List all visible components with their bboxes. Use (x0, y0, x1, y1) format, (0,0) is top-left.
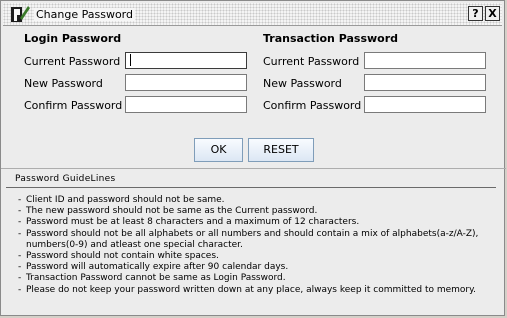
login-new-password-label: New Password (24, 77, 103, 90)
guideline-item: Password should not be all alphabets or … (18, 229, 500, 240)
guideline-item-continuation: numbers(0-9) and atleast one special cha… (26, 239, 243, 250)
guideline-item: Please do not keep your password written… (18, 285, 500, 296)
section-divider (1, 168, 506, 169)
transaction-current-password-field[interactable] (364, 52, 486, 69)
pencil-p-icon (11, 6, 30, 22)
transaction-new-password-field[interactable] (364, 74, 486, 91)
title-bar[interactable]: Change Password ? X (3, 3, 502, 26)
guideline-item: Transaction Password cannot be same as L… (18, 273, 500, 284)
guidelines-title: Password GuideLines (15, 174, 116, 184)
change-password-window: Change Password ? X Login Password Curre… (0, 0, 506, 316)
guideline-item: Client ID and password should not be sam… (18, 195, 500, 206)
login-password-heading: Login Password (24, 32, 122, 45)
transaction-password-heading: Transaction Password (263, 32, 399, 45)
help-button[interactable]: ? (468, 6, 483, 21)
guidelines-list: Client ID and password should not be sam… (18, 195, 500, 296)
guideline-item: Password should not contain white spaces… (18, 251, 500, 262)
login-confirm-password-label: Confirm Password (24, 99, 123, 112)
guideline-item: Password will automatically expire after… (18, 262, 500, 273)
guideline-item: Password must be at least 8 characters a… (18, 217, 500, 228)
transaction-confirm-password-label: Confirm Password (263, 99, 362, 112)
transaction-current-password-label: Current Password (263, 55, 360, 68)
login-new-password-field[interactable] (125, 74, 247, 91)
guideline-item: The new password should not be same as t… (18, 206, 500, 217)
window-title: Change Password (34, 8, 135, 21)
transaction-confirm-password-field[interactable] (364, 96, 486, 113)
ok-button[interactable]: OK (194, 138, 243, 162)
guidelines-divider (6, 187, 496, 188)
reset-button[interactable]: RESET (248, 138, 314, 162)
transaction-new-password-label: New Password (263, 77, 342, 90)
text-caret (130, 54, 131, 66)
login-current-password-field[interactable] (125, 52, 247, 69)
close-button[interactable]: X (485, 6, 500, 21)
login-current-password-label: Current Password (24, 55, 121, 68)
login-confirm-password-field[interactable] (125, 96, 247, 113)
